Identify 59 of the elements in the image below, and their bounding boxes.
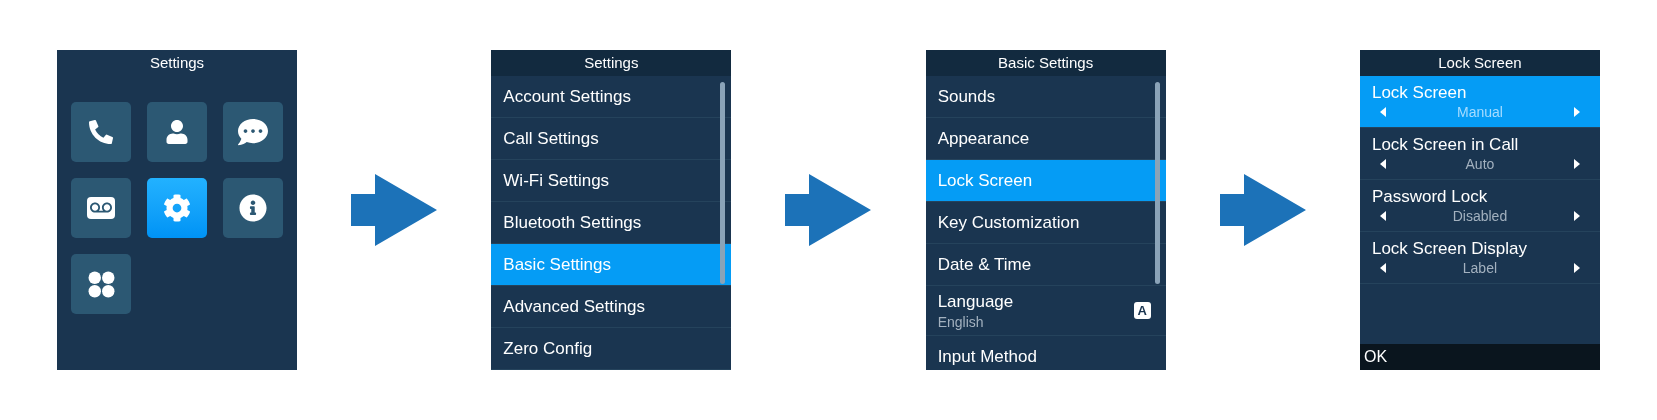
item-label: Zero Config	[503, 337, 594, 360]
chat-bubble-icon	[238, 117, 268, 147]
menu-item[interactable]: Advanced Settings	[491, 286, 732, 328]
menu-tile[interactable]	[223, 102, 283, 162]
item-label: Date & Time	[937, 253, 1033, 276]
option-value: Label	[1461, 258, 1499, 278]
option-label: Password Lock	[1371, 185, 1489, 207]
right-triangle-icon[interactable]	[1573, 263, 1580, 273]
four-petal-icon	[87, 270, 115, 298]
ok-softkey[interactable]: OK	[1363, 345, 1388, 369]
screen-title: Lock Screen	[1359, 50, 1600, 76]
right-arrow-icon	[785, 174, 872, 246]
option-row[interactable]: Lock Screen in Call Auto	[1359, 128, 1600, 180]
menu-item[interactable]: Language English A	[925, 286, 1166, 336]
menu-tile[interactable]	[71, 254, 131, 314]
left-triangle-icon[interactable]	[1379, 159, 1386, 169]
menu-item[interactable]: Input Method	[925, 336, 1166, 370]
option-label: Lock Screen	[1371, 81, 1468, 103]
menu-tile[interactable]	[147, 102, 207, 162]
item-label: Bluetooth Settings	[503, 211, 643, 234]
item-label: Sounds	[937, 85, 997, 108]
info-icon	[239, 194, 267, 222]
item-label: Appearance	[937, 127, 1031, 150]
right-arrow-icon	[1219, 174, 1306, 246]
screen-title: Settings	[148, 52, 206, 73]
item-label: Account Settings	[503, 85, 632, 108]
item-label: Wi-Fi Settings	[503, 169, 611, 192]
phone-icon	[89, 120, 113, 144]
right-triangle-icon[interactable]	[1573, 211, 1580, 221]
option-value: Auto	[1464, 154, 1496, 174]
left-triangle-icon[interactable]	[1379, 211, 1386, 221]
item-label: Basic Settings	[503, 253, 613, 276]
screen-title: Settings	[491, 50, 732, 76]
person-icon	[165, 120, 189, 144]
option-row[interactable]: Password Lock Disabled	[1359, 180, 1600, 232]
menu-tile[interactable]	[71, 178, 131, 238]
menu-tile[interactable]	[71, 102, 131, 162]
item-label: Call Settings	[503, 127, 600, 150]
option-value: Disabled	[1451, 206, 1509, 226]
menu-tile[interactable]	[223, 178, 283, 238]
voicemail-icon	[87, 197, 115, 219]
right-triangle-icon[interactable]	[1573, 159, 1580, 169]
option-label: Lock Screen Display	[1371, 237, 1528, 259]
option-value: Manual	[1455, 102, 1504, 122]
menu-tile[interactable]	[147, 178, 207, 238]
item-label: Key Customization	[937, 211, 1081, 234]
item-label: Advanced Settings	[503, 295, 647, 318]
item-value: English	[937, 312, 985, 331]
item-label: Lock Screen	[937, 169, 1034, 192]
right-arrow-icon	[351, 174, 438, 246]
option-label: Lock Screen in Call	[1371, 133, 1520, 155]
gear-icon	[163, 194, 191, 222]
left-triangle-icon[interactable]	[1379, 263, 1386, 273]
language-badge: A	[1133, 302, 1151, 319]
item-label: Input Method	[937, 345, 1038, 368]
screen-title: Basic Settings	[925, 50, 1166, 76]
option-row[interactable]: Lock Screen Display Label	[1359, 232, 1600, 284]
item-label: Language	[937, 290, 1015, 313]
menu-item[interactable]: Zero Config	[491, 328, 732, 370]
